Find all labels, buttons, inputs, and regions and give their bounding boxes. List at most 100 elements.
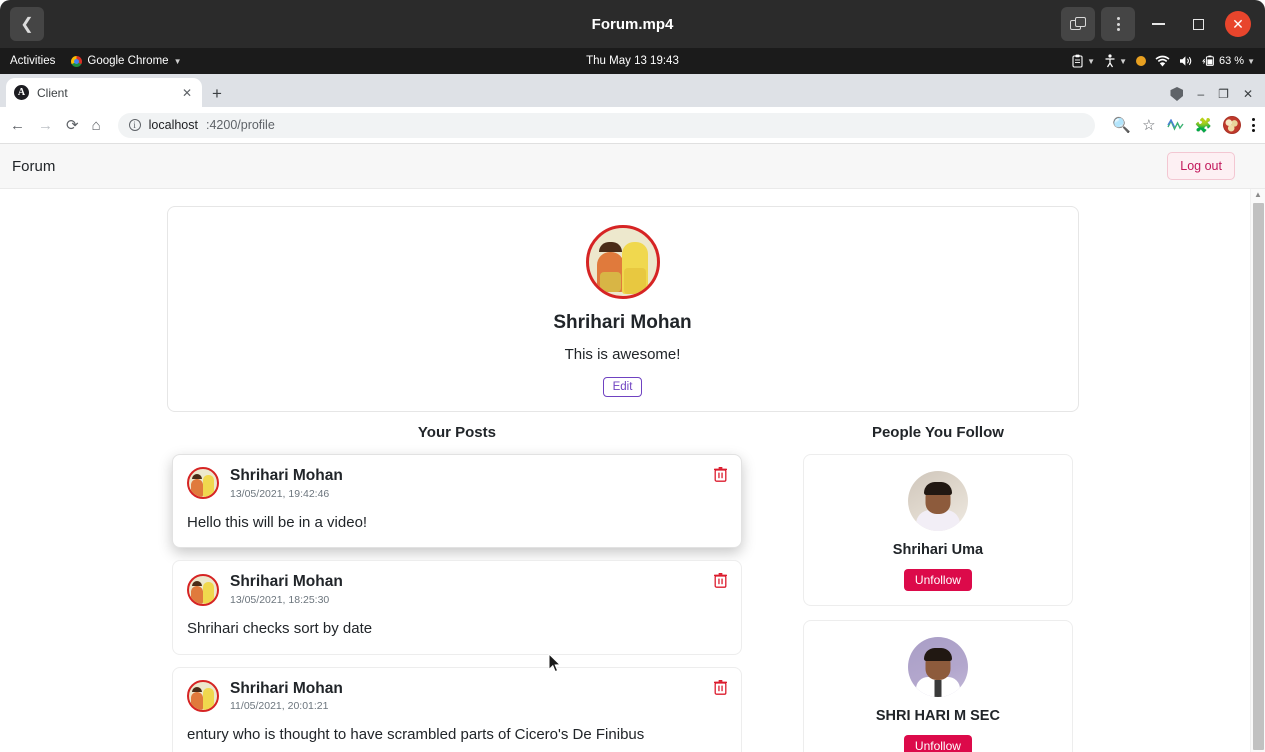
picture-in-picture-button[interactable] bbox=[1061, 7, 1095, 41]
chrome-logo-icon bbox=[71, 55, 83, 67]
forward-arrow-icon: → bbox=[38, 116, 53, 134]
url-host: localhost bbox=[148, 118, 198, 132]
profile-name: Shrihari Mohan bbox=[553, 312, 692, 333]
follow-title: People You Follow bbox=[871, 424, 1004, 441]
top-bar-left: Activities Google Chrome ▼ bbox=[10, 55, 181, 67]
browser-close-button[interactable]: ✕ bbox=[1243, 87, 1253, 101]
home-icon[interactable]: ⌂ bbox=[92, 117, 101, 134]
volume-icon bbox=[1180, 56, 1192, 66]
logout-button[interactable]: Log out bbox=[1167, 152, 1235, 180]
accessibility-menu[interactable]: ▼ bbox=[1104, 54, 1127, 68]
toolbar-actions: 🔍 ☆ 🧩 bbox=[1112, 116, 1255, 134]
profile-avatar bbox=[585, 225, 660, 299]
recording-indicator bbox=[1136, 56, 1146, 66]
site-info-icon[interactable]: i bbox=[128, 119, 141, 131]
follow-person-name: SHRI HARI M SEC bbox=[875, 708, 1000, 724]
avatar-figure-left bbox=[596, 252, 624, 292]
page-scrollbar[interactable]: ▲ bbox=[1250, 189, 1265, 752]
system-tray: ▼ ▼ 63 % ▼ bbox=[1071, 54, 1255, 68]
browser-restore-button[interactable]: ❐ bbox=[1218, 87, 1229, 101]
follow-avatar bbox=[907, 471, 968, 531]
clipboard-icon bbox=[1072, 54, 1083, 68]
browser-minimize-button[interactable]: – bbox=[1197, 87, 1204, 101]
unfollow-button[interactable]: Unfollow bbox=[903, 735, 972, 752]
activities-button[interactable]: Activities bbox=[10, 55, 55, 67]
maximize-button[interactable] bbox=[1181, 7, 1215, 41]
angular-logo-icon: A bbox=[14, 85, 29, 100]
url-path: :4200/profile bbox=[205, 118, 275, 132]
follow-card: Shrihari Uma Unfollow bbox=[802, 454, 1073, 606]
trash-icon[interactable] bbox=[713, 467, 727, 482]
zoom-out-icon[interactable]: 🔍 bbox=[1112, 116, 1131, 134]
post-author: Shrihari Mohan bbox=[230, 573, 343, 591]
battery-charging-icon bbox=[1202, 55, 1214, 66]
back-arrow-icon[interactable]: ← bbox=[10, 117, 25, 134]
minimize-button[interactable] bbox=[1141, 7, 1175, 41]
post-header: Shrihari Mohan 13/05/2021, 18:25:30 bbox=[187, 573, 727, 606]
video-window-titlebar: ❮ Forum.mp4 ✕ bbox=[0, 0, 1265, 48]
post-author-block: Shrihari Mohan 13/05/2021, 18:25:30 bbox=[230, 573, 343, 606]
minimize-icon bbox=[1151, 23, 1165, 25]
puzzle-piece-icon[interactable]: 🧩 bbox=[1195, 117, 1212, 134]
browser-toolbar: ← → ⟳ ⌂ i localhost :4200/profile 🔍 ☆ 🧩 bbox=[0, 107, 1265, 144]
accessibility-icon bbox=[1105, 54, 1115, 68]
trash-icon[interactable] bbox=[713, 573, 727, 589]
chevron-left-icon: ❮ bbox=[20, 16, 34, 33]
trash-icon[interactable] bbox=[713, 679, 727, 695]
follow-avatar bbox=[907, 637, 968, 697]
chevron-down-icon: ▼ bbox=[173, 56, 182, 66]
battery-menu[interactable]: 63 % ▼ bbox=[1202, 55, 1255, 67]
follow-person-name: Shrihari Uma bbox=[892, 542, 984, 558]
avatar-hair bbox=[598, 242, 622, 252]
post-author-block: Shrihari Mohan 13/05/2021, 19:42:46 bbox=[230, 467, 343, 500]
post-card[interactable]: Shrihari Mohan 13/05/2021, 19:42:46 Hell… bbox=[172, 454, 742, 549]
post-author-avatar bbox=[187, 679, 219, 712]
new-tab-button[interactable]: + bbox=[212, 84, 222, 104]
active-app-menu[interactable]: Google Chrome ▼ bbox=[71, 55, 181, 67]
star-icon[interactable]: ☆ bbox=[1142, 116, 1155, 134]
system-top-bar: Activities Google Chrome ▼ Thu May 13 19… bbox=[0, 48, 1265, 74]
video-menu-button[interactable] bbox=[1101, 7, 1135, 41]
post-author-block: Shrihari Mohan 11/05/2021, 20:01:21 bbox=[230, 680, 343, 713]
page-body: Shrihari Mohan This is awesome! Edit You… bbox=[0, 189, 1265, 752]
post-timestamp: 13/05/2021, 18:25:30 bbox=[230, 593, 330, 606]
video-window-controls: ✕ bbox=[1061, 7, 1257, 41]
chrome-menu-icon[interactable] bbox=[1252, 118, 1255, 132]
page-content: Shrihari Mohan This is awesome! Edit You… bbox=[0, 206, 1245, 752]
address-bar[interactable]: i localhost :4200/profile bbox=[117, 112, 1096, 138]
post-author: Shrihari Mohan bbox=[230, 679, 343, 697]
three-dot-menu-icon bbox=[1116, 17, 1120, 31]
browser-tab-strip: A Client ✕ + – ❐ ✕ bbox=[0, 74, 1265, 107]
posts-column: Your Posts Shrihari Mohan 13/05/2021, 19… bbox=[172, 424, 742, 752]
active-app-name: Google Chrome bbox=[87, 55, 169, 67]
unfollow-button[interactable]: Unfollow bbox=[903, 569, 972, 591]
app-brand[interactable]: Forum bbox=[12, 158, 55, 175]
post-author-avatar bbox=[187, 467, 219, 500]
scrollbar-thumb[interactable] bbox=[1253, 203, 1264, 750]
post-timestamp: 11/05/2021, 20:01:21 bbox=[230, 700, 329, 713]
tab-title: Client bbox=[37, 85, 68, 100]
post-body: Hello this will be in a video! bbox=[187, 513, 368, 531]
post-card[interactable]: Shrihari Mohan 13/05/2021, 18:25:30 Shri… bbox=[172, 560, 742, 655]
chevron-down-icon: ▼ bbox=[1247, 56, 1255, 66]
post-header: Shrihari Mohan 13/05/2021, 19:42:46 bbox=[187, 467, 727, 500]
profile-avatar-icon[interactable] bbox=[1223, 116, 1241, 134]
post-header: Shrihari Mohan 11/05/2021, 20:01:21 bbox=[187, 679, 727, 713]
chevron-down-icon: ▼ bbox=[1119, 56, 1127, 66]
close-button[interactable]: ✕ bbox=[1225, 11, 1251, 37]
tab-close-icon[interactable]: ✕ bbox=[180, 86, 194, 100]
edit-profile-button[interactable]: Edit bbox=[602, 377, 643, 397]
back-button[interactable]: ❮ bbox=[10, 7, 44, 41]
post-timestamp: 13/05/2021, 19:42:46 bbox=[230, 487, 330, 500]
picture-in-picture-icon bbox=[1069, 17, 1087, 31]
clipboard-menu[interactable]: ▼ bbox=[1071, 54, 1095, 68]
app-header: Forum Log out bbox=[0, 144, 1265, 189]
shield-icon[interactable] bbox=[1170, 87, 1184, 101]
scroll-up-arrow[interactable]: ▲ bbox=[1251, 189, 1265, 201]
post-body: entury who is thought to have scrambled … bbox=[187, 726, 645, 744]
post-card[interactable]: Shrihari Mohan 11/05/2021, 20:01:21 entu… bbox=[172, 666, 742, 752]
profile-bio: This is awesome! bbox=[564, 346, 681, 363]
browser-tab[interactable]: A Client ✕ bbox=[6, 78, 202, 107]
reload-icon[interactable]: ⟳ bbox=[66, 116, 79, 134]
wave-extension-icon[interactable] bbox=[1166, 118, 1184, 132]
